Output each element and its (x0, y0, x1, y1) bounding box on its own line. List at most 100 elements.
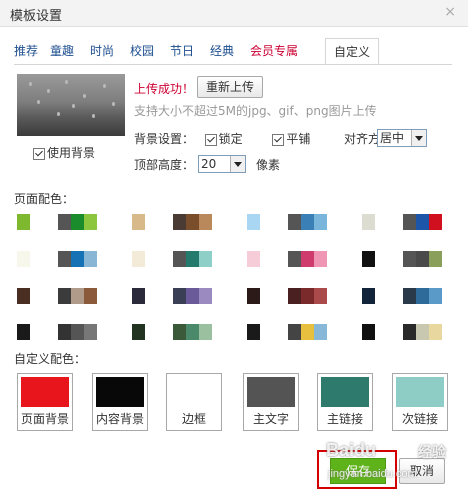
color-chip (429, 288, 442, 304)
color-chip (17, 214, 30, 230)
palette-swatch[interactable] (17, 288, 97, 304)
palette-swatch[interactable] (362, 288, 442, 304)
color-chip (17, 324, 30, 340)
color-chip (247, 324, 260, 340)
custom-color-box[interactable]: 页面背景 (17, 373, 73, 431)
align-value: 居中 (380, 131, 405, 145)
color-chip (17, 251, 30, 267)
watermark-logo: Baidu (326, 440, 377, 460)
tab-divider (14, 64, 452, 65)
align-select[interactable]: 居中 (377, 129, 427, 147)
close-icon[interactable]: × (444, 4, 456, 20)
color-fill (321, 377, 369, 407)
custom-color-label: 主文字 (252, 412, 289, 426)
custom-color-box[interactable]: 主文字 (243, 373, 299, 431)
palette-swatch[interactable] (17, 214, 97, 230)
color-chip (362, 324, 375, 340)
color-chip (314, 288, 327, 304)
custom-color-box[interactable]: 次链接 (392, 373, 448, 431)
color-chip (429, 324, 442, 340)
color-chip (403, 288, 416, 304)
color-chip (71, 324, 84, 340)
color-fill (396, 377, 444, 407)
upload-success-text: 上传成功！ (134, 82, 195, 96)
color-chip (58, 324, 71, 340)
tab-custom[interactable]: 自定义 (325, 38, 380, 65)
custom-color-label: 主链接 (326, 412, 363, 426)
watermark-zh: 经验 (418, 444, 446, 460)
palette-swatch[interactable] (362, 324, 442, 340)
custom-color-label: 次链接 (401, 412, 438, 426)
lock-checkbox[interactable] (204, 133, 217, 146)
color-chip (58, 288, 71, 304)
dialog-title: 模板设置 (10, 9, 63, 24)
tab-kids[interactable]: 童趣 (50, 40, 74, 62)
color-chip (314, 324, 327, 340)
color-chip (84, 324, 97, 340)
custom-color-label: 内容背景 (95, 412, 144, 426)
tab-holiday[interactable]: 节日 (170, 40, 194, 62)
upload-hint: 支持大小不超过5M的jpg、gif、png图片上传 (134, 104, 377, 118)
color-chip (288, 324, 301, 340)
use-background-checkbox[interactable]: 使用背景 (33, 144, 95, 161)
color-chip (132, 214, 145, 230)
custom-color-box[interactable]: 主链接 (317, 373, 373, 431)
palette-swatch[interactable] (247, 324, 327, 340)
color-chip (416, 251, 429, 267)
color-chip (173, 324, 186, 340)
color-chip (429, 251, 442, 267)
palette-swatch[interactable] (362, 214, 442, 230)
color-chip (301, 288, 314, 304)
color-chip (58, 251, 71, 267)
color-chip (314, 214, 327, 230)
color-chip (403, 251, 416, 267)
color-chip (132, 251, 145, 267)
color-chip (362, 288, 375, 304)
color-chip (84, 288, 97, 304)
custom-color-box[interactable]: 内容背景 (92, 373, 148, 431)
color-fill (170, 377, 218, 407)
color-chip (71, 251, 84, 267)
top-height-select[interactable]: 20 (198, 155, 246, 173)
color-chip (17, 288, 30, 304)
tab-campus[interactable]: 校园 (130, 40, 154, 62)
color-chip (301, 214, 314, 230)
color-chip (186, 214, 199, 230)
tab-classic[interactable]: 经典 (210, 40, 234, 62)
chevron-down-icon (411, 130, 426, 146)
palette-swatch[interactable] (247, 251, 327, 267)
color-chip (247, 251, 260, 267)
tile-label: 平铺 (286, 132, 311, 146)
color-chip (416, 288, 429, 304)
color-chip (247, 288, 260, 304)
tab-vip[interactable]: 会员专属 (250, 40, 298, 62)
palette-swatch[interactable] (247, 214, 327, 230)
color-chip (132, 324, 145, 340)
tab-fashion[interactable]: 时尚 (90, 40, 114, 62)
palette-swatch[interactable] (132, 324, 212, 340)
color-chip (84, 251, 97, 267)
custom-palette-title: 自定义配色： (14, 352, 87, 366)
top-height-unit: 像素 (256, 158, 281, 172)
color-chip (132, 288, 145, 304)
custom-color-label: 页面背景 (20, 412, 69, 426)
use-background-label: 使用背景 (47, 146, 96, 160)
color-fill (21, 377, 69, 407)
color-chip (186, 288, 199, 304)
custom-color-box[interactable]: 边框 (166, 373, 222, 431)
palette-swatch[interactable] (132, 251, 212, 267)
palette-swatch[interactable] (17, 324, 97, 340)
reupload-button[interactable]: 重新上传 (197, 76, 263, 98)
tile-checkbox[interactable] (272, 133, 285, 146)
custom-color-label: 边框 (181, 412, 206, 426)
color-chip (199, 214, 212, 230)
palette-swatch[interactable] (17, 251, 97, 267)
palette-swatch[interactable] (132, 214, 212, 230)
chevron-down-icon (230, 156, 245, 172)
palette-swatch[interactable] (247, 288, 327, 304)
color-chip (199, 288, 212, 304)
tab-recommend[interactable]: 推荐 (14, 40, 38, 62)
color-chip (199, 324, 212, 340)
palette-swatch[interactable] (362, 251, 442, 267)
palette-swatch[interactable] (132, 288, 212, 304)
